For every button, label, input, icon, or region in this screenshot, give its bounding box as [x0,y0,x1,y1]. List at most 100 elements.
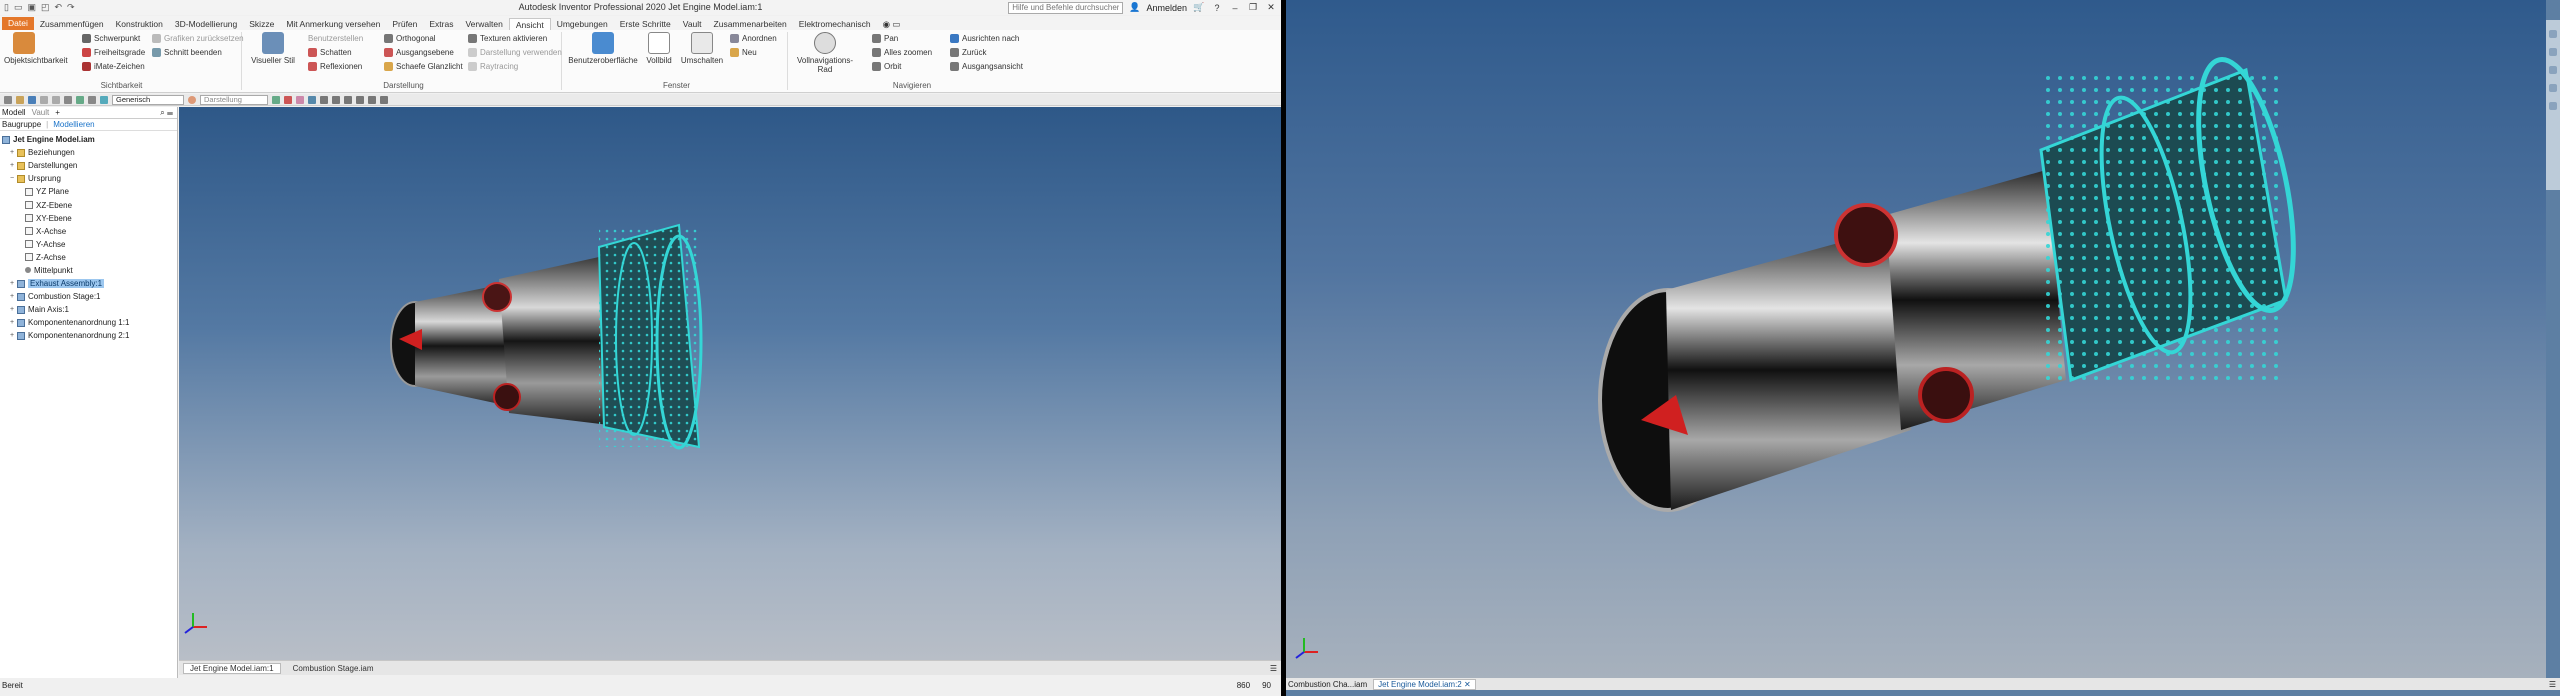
help-search-input[interactable] [1008,1,1124,14]
reflections-button[interactable]: Reflexionen [308,62,362,71]
save-icon[interactable] [28,95,36,104]
browser-search-icon[interactable]: ⌕ ☰ [160,108,177,118]
tab-erste-schritte[interactable]: Erste Schritte [614,18,677,30]
tab-3d-modellierung[interactable]: 3D-Modellierung [169,18,243,30]
tab-extra-options[interactable]: ◉ ▭ [877,18,907,30]
engine-assembly[interactable] [390,223,703,450]
visual-style-button[interactable]: Visueller Stil [250,32,296,65]
tree-node[interactable]: Z-Achse [0,251,177,264]
sign-in-link[interactable]: Anmelden [1146,3,1187,13]
doc-tab-jet-engine-2[interactable]: Jet Engine Model.iam:2 ✕ [1373,678,1476,690]
dof-button[interactable]: Freiheitsgrade [82,48,145,57]
graphics-viewport-2[interactable] [1286,0,2546,678]
material-icon[interactable] [100,95,108,104]
tab-skizze[interactable]: Skizze [243,18,280,30]
tab-konstruktion[interactable]: Konstruktion [110,18,169,30]
expand-toggle-icon[interactable]: + [10,332,17,339]
measure-icon[interactable] [308,95,316,104]
jet-engine-model-zoomed[interactable] [1286,0,2546,678]
tab-pruefen[interactable]: Prüfen [386,18,423,30]
textures-button[interactable]: Texturen aktivieren [468,34,547,43]
new-file-icon[interactable] [4,95,12,104]
user-settings-button[interactable]: Benutzerstellen [308,34,363,43]
update-icon[interactable] [76,95,84,104]
fullscreen-button[interactable]: Vollbild [642,32,676,65]
tab-verwalten[interactable]: Verwalten [459,18,508,30]
qat-save-icon[interactable]: ▣ [27,2,36,13]
help-icon[interactable]: ? [1211,3,1223,13]
tab-extras[interactable]: Extras [423,18,459,30]
steering-wheel-button[interactable]: Vollnavigations-Rad [796,32,854,74]
orbit-button[interactable]: Orbit [872,62,901,71]
home-icon[interactable] [64,95,72,104]
tree-node[interactable]: Mittelpunkt [0,264,177,277]
doc-tab-jet-engine[interactable]: Jet Engine Model.iam:1 [183,662,281,674]
adjust-icon[interactable] [272,95,280,104]
raytracing-button[interactable]: Raytracing [468,62,518,71]
tab-umgebungen[interactable]: Umgebungen [551,18,614,30]
home-view-button[interactable]: Ausgangsansicht [950,62,1023,71]
nav-look-at-icon[interactable] [2549,102,2557,110]
end-section-button[interactable]: Schnitt beenden [152,48,222,57]
back-button[interactable]: Zurück [950,48,986,57]
tab-zusammenfuegen[interactable]: Zusammenfügen [34,18,110,30]
look-at-toolbar-icon[interactable] [356,95,364,104]
object-visibility-button[interactable]: Objektsichtbarkeit [4,32,68,65]
center-of-gravity-button[interactable]: Schwerpunkt [82,34,140,43]
tab-datei[interactable]: Datei [2,17,34,30]
undo-icon[interactable]: ↶ [55,2,63,13]
expand-toggle-icon[interactable]: + [10,306,17,313]
clear-appearance-icon[interactable] [284,95,292,104]
close-button[interactable]: ✕ [1265,2,1277,13]
tree-node[interactable]: XZ-Ebene [0,198,177,211]
doc-tabs-menu-icon[interactable]: ☰ [1270,664,1281,673]
appearance-select[interactable]: Darstellung [200,94,268,105]
tab-vault[interactable]: Vault [677,18,708,30]
section-icon[interactable] [368,95,376,104]
user-icon[interactable]: 👤 [1129,2,1140,13]
graphics-viewport[interactable] [179,107,1281,660]
shadows-button[interactable]: Schatten [308,48,352,57]
tree-node[interactable]: + Darstellungen [0,159,177,172]
user-interface-button[interactable]: Benutzeroberfläche [568,32,638,65]
open-file-icon[interactable] [16,95,24,104]
switch-window-button[interactable]: Umschalten [680,32,724,65]
redo-toolbar-icon[interactable] [52,95,60,104]
imate-button[interactable]: iMate-Zeichen [82,62,145,71]
tree-node[interactable]: + Combustion Stage:1 [0,290,177,303]
tree-node[interactable]: XY-Ebene [0,212,177,225]
nav-orbit-icon[interactable] [2549,84,2557,92]
tree-node[interactable]: YZ Plane [0,185,177,198]
tab-anmerkung[interactable]: Mit Anmerkung versehen [280,18,386,30]
undo-toolbar-icon[interactable] [40,95,48,104]
new-window-button[interactable]: Neu [730,48,757,57]
cart-icon[interactable]: 🛒 [1193,2,1205,13]
expand-toggle-icon[interactable]: + [10,319,17,326]
highlight-button[interactable]: Schaefe Glanzlicht [384,62,463,71]
browser-subtab-modeling[interactable]: Modellieren [53,120,94,129]
tree-node[interactable]: + Beziehungen [0,146,177,159]
browser-add-tab-button[interactable]: + [55,108,60,117]
orbit-toolbar-icon[interactable] [344,95,352,104]
engine-assembly-zoomed[interactable] [1598,51,2312,512]
qat-new-icon[interactable]: ▯ [4,2,9,13]
view-triad[interactable] [184,613,207,634]
minimize-button[interactable]: – [1229,3,1241,13]
zoom-all-button[interactable]: Alles zoomen [872,48,932,57]
expand-toggle-icon[interactable]: + [10,162,17,169]
doc-tab-combustion-stage[interactable]: Combustion Stage.iam [287,664,380,673]
shading-icon[interactable] [380,95,388,104]
pan-button[interactable]: Pan [872,34,898,43]
qat-open-icon[interactable]: ▭ [14,2,23,13]
reset-graphics-button[interactable]: Grafiken zurücksetzen [152,34,244,43]
expand-toggle-icon[interactable]: − [10,175,17,182]
doc-tab-combustion-chamber[interactable]: Combustion Cha...iam [1288,680,1367,689]
arrange-button[interactable]: Anordnen [730,34,777,43]
select-icon[interactable] [88,95,96,104]
tree-node[interactable]: + Main Axis:1 [0,303,177,316]
browser-tab-vault[interactable]: Vault [32,108,50,117]
zoom-icon[interactable] [332,95,340,104]
nav-wheel-icon[interactable] [2549,30,2557,38]
tree-node[interactable]: + Exhaust Assembly:1 [0,277,177,290]
ground-plane-button[interactable]: Ausgangsebene [384,48,454,57]
